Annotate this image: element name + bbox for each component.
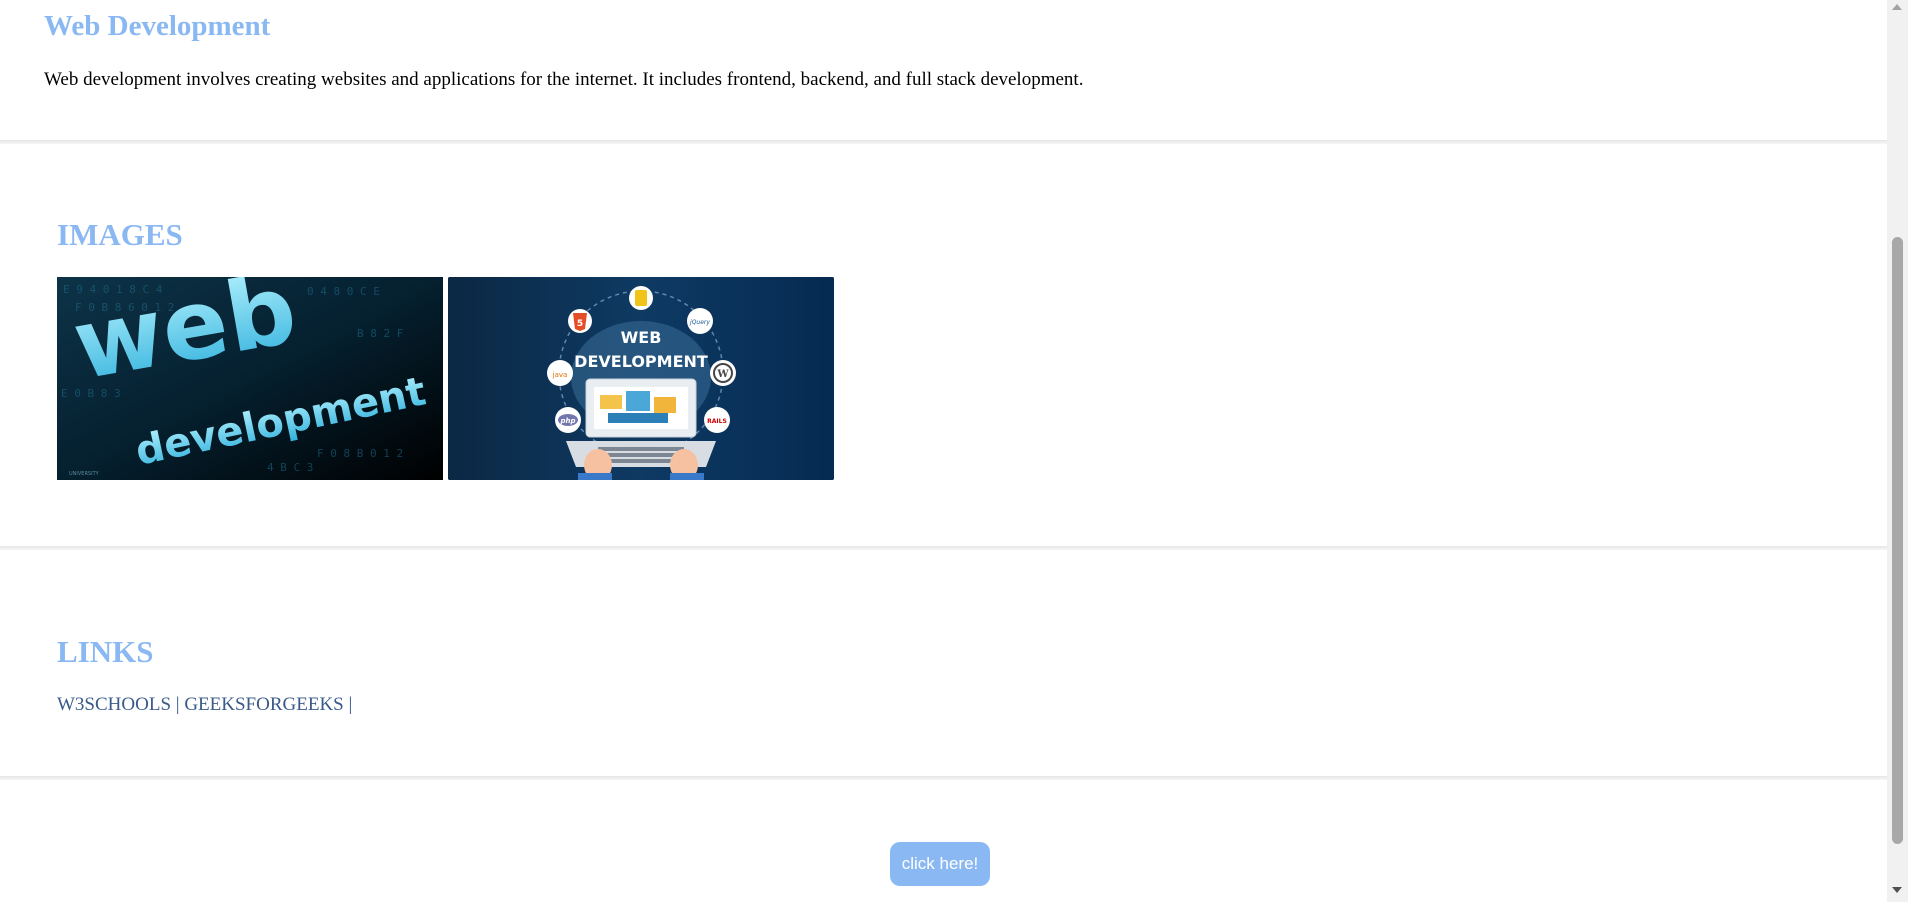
rails-badge-text: RAILS: [707, 418, 727, 425]
svg-text:4 B C 3: 4 B C 3: [267, 461, 313, 474]
svg-text:W: W: [716, 369, 729, 380]
link-w3schools[interactable]: W3SCHOOLS: [57, 694, 171, 715]
vertical-scrollbar[interactable]: [1887, 0, 1908, 902]
link-geeksforgeeks[interactable]: GEEKSFORGEEKS: [184, 694, 343, 715]
svg-text:B 8 2 F: B 8 2 F: [357, 327, 403, 340]
web-development-illustration-image: WEB DEVELOPMENT 5 jQuery java W php RAIL…: [448, 277, 834, 480]
images-heading: IMAGES: [57, 217, 183, 252]
links-row: W3SCHOOLS | GEEKSFORGEEKS |: [57, 694, 352, 716]
php-badge-text: php: [559, 417, 575, 425]
java-badge-text: java: [552, 371, 568, 379]
web-development-illustration: WEB DEVELOPMENT 5 jQuery java W php RAIL…: [448, 277, 834, 480]
scrollbar-thumb[interactable]: [1892, 237, 1903, 844]
section-divider: [0, 140, 1887, 144]
web-development-text-image: E 9 4 0 1 8 C 4 F 0 B 8 6 0 1 2 E 0 B 8 …: [57, 277, 443, 480]
page-viewport: Web Development Web development involves…: [0, 0, 1908, 902]
intro-paragraph: Web development involves creating websit…: [44, 69, 1084, 90]
page-content: Web Development Web development involves…: [0, 0, 1887, 902]
intro-title: Web Development: [44, 10, 271, 42]
links-heading: LINKS: [57, 634, 154, 669]
section-divider: [0, 546, 1887, 550]
jquery-badge-text: jQuery: [689, 319, 710, 326]
scroll-up-arrow-icon[interactable]: [1892, 4, 1902, 10]
scroll-down-arrow-icon[interactable]: [1892, 887, 1902, 893]
intro-section: Web Development Web development involves…: [0, 0, 1887, 140]
illustration-title-line1: WEB: [621, 328, 662, 347]
section-divider: [0, 776, 1887, 780]
svg-text:F 0 8 B 0 1 2: F 0 8 B 0 1 2: [317, 447, 403, 460]
click-here-button[interactable]: click here!: [890, 842, 990, 886]
web-development-text-art: E 9 4 0 1 8 C 4 F 0 B 8 6 0 1 2 E 0 B 8 …: [57, 277, 443, 480]
svg-text:0 4 8 0 C E: 0 4 8 0 C E: [307, 285, 380, 298]
link-separator: |: [348, 694, 353, 715]
illustration-title-line2: DEVELOPMENT: [574, 352, 708, 371]
html5-badge-text: 5: [577, 319, 583, 329]
link-separator: |: [175, 694, 180, 715]
watermark-text: UNIVERSITY: [69, 471, 100, 477]
